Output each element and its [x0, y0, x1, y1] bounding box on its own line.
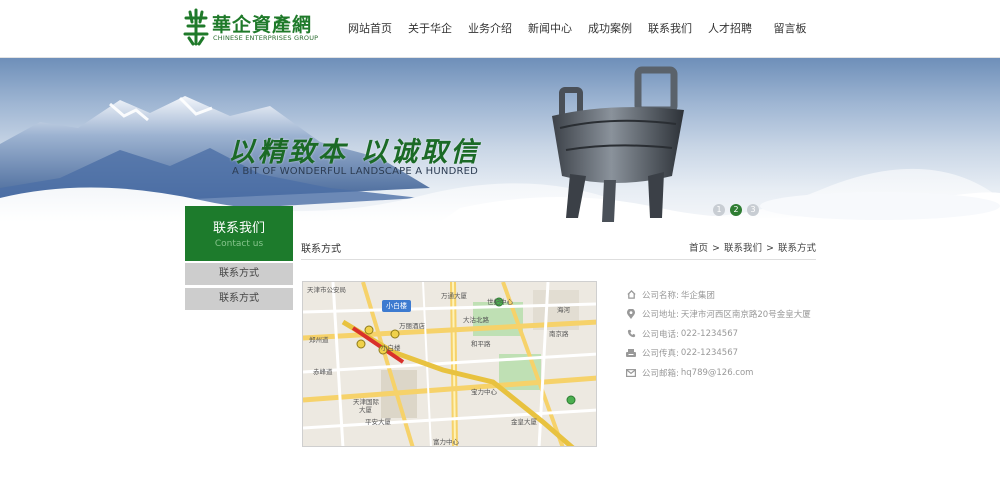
page-title: 联系方式: [301, 244, 341, 255]
contact-label: 公司电话:: [642, 329, 679, 340]
breadcrumb-separator: >: [712, 243, 720, 254]
map-label: 大厦: [359, 406, 372, 414]
contact-row-phone: 公司电话: 022-1234567: [626, 324, 811, 344]
sidebar-subtitle: Contact us: [214, 239, 264, 249]
phone-icon: [626, 329, 636, 339]
contact-email-link[interactable]: hq789@126.com: [681, 368, 754, 378]
contact-value: 华企集团: [680, 290, 715, 301]
logo-mark-icon: [183, 8, 209, 46]
nav-home[interactable]: 网站首页: [340, 0, 400, 58]
hero-banner: 以精致本 以诚取信 A BIT OF WONDERFUL LANDSCAPE A…: [0, 58, 1000, 222]
slider-dot-3[interactable]: 3: [747, 204, 759, 216]
slider-dot-1[interactable]: 1: [713, 204, 725, 216]
location-map[interactable]: 小白楼 天津市公安局 万通大厦 世纪中心 万丽酒店 郑州道 小白楼 天津国际 大…: [302, 281, 597, 447]
contact-row-address: 公司地址: 天津市河西区南京路20号金皇大厦: [626, 305, 811, 325]
map-roads: [303, 282, 596, 446]
location-pin-icon: [626, 309, 636, 320]
logo-chinese-text: 華企資產網: [212, 14, 313, 36]
contact-row-company: 公司名称: 华企集团: [626, 285, 811, 305]
map-label: 大沽北路: [463, 316, 489, 324]
content-header: 联系方式 首页 > 联系我们 > 联系方式: [301, 232, 816, 260]
contact-label: 公司名称:: [642, 290, 679, 301]
fax-icon: [626, 348, 636, 358]
contact-info: 公司名称: 华企集团 公司地址: 天津市河西区南京路20号金皇大厦 公司电话: …: [626, 285, 811, 383]
breadcrumb: 首页 > 联系我们 > 联系方式: [689, 240, 816, 254]
contact-label: 公司邮箱:: [642, 368, 679, 379]
contact-value: 天津市河西区南京路20号金皇大厦: [680, 310, 811, 321]
map-label: 赤峰道: [313, 368, 333, 376]
contact-row-email: 公司邮箱: hq789@126.com: [626, 363, 811, 383]
breadcrumb-home[interactable]: 首页: [689, 243, 708, 254]
nav-guestbook[interactable]: 留言板: [760, 0, 820, 58]
map-label: 南京路: [549, 330, 569, 338]
nav-about[interactable]: 关于华企: [400, 0, 460, 58]
sidebar-title: 联系我们: [212, 221, 265, 236]
contact-value: 022-1234567: [680, 348, 739, 359]
nav-news[interactable]: 新闻中心: [520, 0, 580, 58]
contact-label: 公司传真:: [642, 349, 679, 360]
sidebar-item-contact-2[interactable]: 联系方式: [185, 288, 293, 310]
map-label: 郑州道: [309, 336, 329, 344]
contact-label: 公司地址:: [642, 310, 679, 321]
home-icon: [626, 290, 636, 300]
map-label: 世纪中心: [487, 298, 513, 306]
banner-slogan: 以精致本 以诚取信: [228, 137, 481, 168]
map-label: 小白楼: [381, 344, 401, 352]
sidebar-header: 联系我们 Contact us: [185, 206, 293, 261]
breadcrumb-contact-us[interactable]: 联系我们: [724, 243, 762, 254]
mail-icon: [626, 368, 636, 378]
banner-slogan-english: A BIT OF WONDERFUL LANDSCAPE A HUNDRED: [232, 166, 479, 177]
slider-dot-2[interactable]: 2: [730, 204, 742, 216]
map-label: 天津市公安局: [307, 286, 346, 294]
site-logo[interactable]: 華企資產網 CHINESE ENTERPRISES GROUP: [182, 8, 319, 46]
nav-jobs[interactable]: 人才招聘: [700, 0, 760, 58]
site-header: 華企資產網 CHINESE ENTERPRISES GROUP 网站首页 关于华…: [0, 0, 1000, 58]
map-label: 海河: [557, 306, 570, 314]
map-label: 平安大厦: [365, 418, 391, 426]
bronze-ding-icon: [552, 66, 684, 222]
sidebar: 联系我们 Contact us 联系方式 联系方式: [185, 206, 293, 310]
contact-value: 022-1234567: [680, 328, 739, 339]
main-nav: 网站首页 关于华企 业务介绍 新闻中心 成功案例 联系我们 人才招聘 留言板: [340, 0, 820, 58]
map-label: 富力中心: [433, 438, 459, 446]
map-label: 金皇大厦: [511, 418, 537, 426]
map-label: 万通大厦: [441, 292, 467, 300]
contact-row-fax: 公司传真: 022-1234567: [626, 344, 811, 364]
logo-english-text: CHINESE ENTERPRISES GROUP: [213, 34, 319, 42]
breadcrumb-current: 联系方式: [777, 243, 816, 254]
nav-contact[interactable]: 联系我们: [640, 0, 700, 58]
map-label: 宝力中心: [471, 388, 497, 396]
slider-dots: 1 2 3: [713, 204, 759, 216]
nav-cases[interactable]: 成功案例: [580, 0, 640, 58]
sidebar-item-contact-1[interactable]: 联系方式: [185, 263, 293, 285]
map-label: 和平路: [471, 340, 491, 348]
nav-business[interactable]: 业务介绍: [460, 0, 520, 58]
breadcrumb-separator: >: [766, 243, 774, 254]
banner-scenery: [0, 66, 1000, 222]
map-label: 万丽酒店: [399, 322, 425, 330]
map-location-tag[interactable]: 小白楼: [382, 300, 411, 312]
